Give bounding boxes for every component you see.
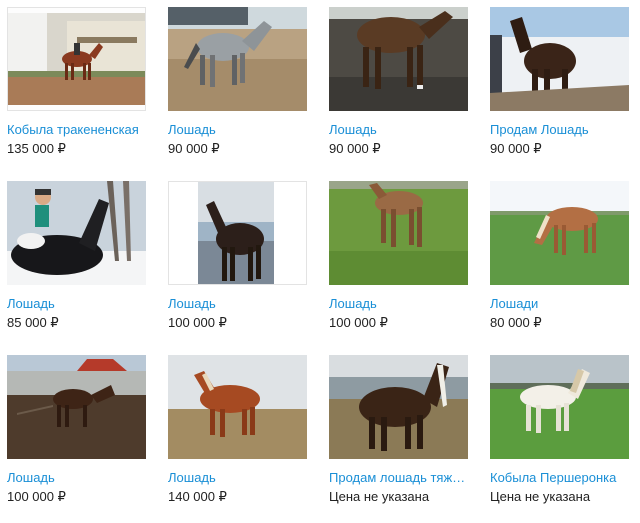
horse-photo-icon	[7, 7, 146, 111]
listing-photo[interactable]	[490, 355, 629, 459]
listing-title[interactable]: Лошадь	[168, 296, 307, 312]
listing-price: 90 000 ₽	[168, 141, 220, 156]
listing-price: 85 000 ₽	[7, 315, 59, 330]
listing-photo[interactable]	[490, 181, 629, 285]
listing-title[interactable]: Продам Лошадь	[490, 122, 629, 138]
listing-card[interactable]: Кобыла Першеронка Цена не указана	[490, 355, 629, 523]
listing-card[interactable]: Продам лошадь тяжеловоза Цена не указана	[329, 355, 468, 523]
listing-title[interactable]: Лошадь	[168, 470, 307, 486]
listing-photo[interactable]	[329, 7, 468, 111]
horse-photo-icon	[329, 7, 468, 111]
listing-card[interactable]: Лошадь 90 000 ₽	[329, 7, 468, 181]
listing-title[interactable]: Лошади	[490, 296, 629, 312]
listing-card[interactable]: Продам Лошадь 90 000 ₽	[490, 7, 629, 181]
listing-photo[interactable]	[7, 181, 146, 285]
listing-title[interactable]: Лошадь	[329, 296, 468, 312]
horse-photo-icon	[490, 355, 629, 459]
horse-photo-icon	[168, 181, 307, 285]
horse-photo-icon	[490, 7, 629, 111]
listing-title[interactable]: Продам лошадь тяжеловоза	[329, 470, 468, 486]
horse-photo-icon	[7, 355, 146, 459]
listing-photo[interactable]	[168, 181, 307, 285]
listing-photo[interactable]	[168, 355, 307, 459]
listing-title[interactable]: Лошадь	[7, 470, 146, 486]
listing-photo[interactable]	[7, 7, 146, 111]
listing-title[interactable]: Лошадь	[168, 122, 307, 138]
listing-card[interactable]: Лошадь 100 000 ₽	[329, 181, 468, 355]
listing-title[interactable]: Кобыла тракененская	[7, 122, 146, 138]
listing-price: 100 000 ₽	[329, 315, 388, 330]
listing-photo[interactable]	[168, 7, 307, 111]
listings-grid: Кобыла тракененская 135 000 ₽ Лошадь 90 …	[0, 0, 640, 516]
listing-price: Цена не указана	[490, 489, 591, 504]
listing-price: Цена не указана	[329, 489, 430, 504]
horse-photo-icon	[490, 181, 629, 285]
listing-card[interactable]: Лошадь 100 000 ₽	[7, 355, 146, 523]
listing-photo[interactable]	[329, 181, 468, 285]
listing-price: 90 000 ₽	[329, 141, 381, 156]
listing-photo[interactable]	[329, 355, 468, 459]
listing-photo[interactable]	[7, 355, 146, 459]
horse-photo-icon	[329, 355, 468, 459]
listing-title[interactable]: Кобыла Першеронка	[490, 470, 629, 486]
listing-price: 90 000 ₽	[490, 141, 542, 156]
horse-photo-icon	[7, 181, 146, 285]
listing-title[interactable]: Лошадь	[329, 122, 468, 138]
listing-price: 100 000 ₽	[168, 315, 227, 330]
listing-card[interactable]: Лошадь 90 000 ₽	[168, 7, 307, 181]
listing-card[interactable]: Лошади 80 000 ₽	[490, 181, 629, 355]
listing-photo[interactable]	[490, 7, 629, 111]
listing-card[interactable]: Лошадь 140 000 ₽	[168, 355, 307, 523]
listing-price: 140 000 ₽	[168, 489, 227, 504]
horse-photo-icon	[329, 181, 468, 285]
listing-price: 135 000 ₽	[7, 141, 66, 156]
horse-photo-icon	[168, 7, 307, 111]
listing-title[interactable]: Лошадь	[7, 296, 146, 312]
listing-price: 100 000 ₽	[7, 489, 66, 504]
listing-card[interactable]: Лошадь 85 000 ₽	[7, 181, 146, 355]
listing-price: 80 000 ₽	[490, 315, 542, 330]
listing-card[interactable]: Кобыла тракененская 135 000 ₽	[7, 7, 146, 181]
horse-photo-icon	[168, 355, 307, 459]
listing-card[interactable]: Лошадь 100 000 ₽	[168, 181, 307, 355]
